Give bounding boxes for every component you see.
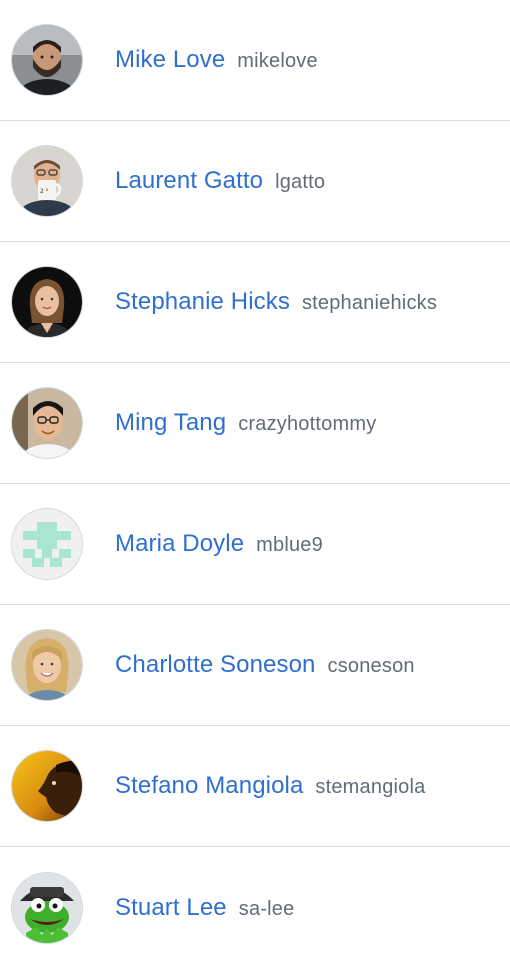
contributor-row: Stephanie Hicks stephaniehicks bbox=[0, 242, 510, 363]
contributor-row: Maria Doyle mblue9 bbox=[0, 484, 510, 605]
contributor-name-link[interactable]: Mike Love bbox=[115, 46, 225, 74]
contributor-names: Stephanie Hicks stephaniehicks bbox=[115, 288, 437, 316]
kermit-frog-icon bbox=[12, 872, 82, 943]
contributor-row: Stuart Lee sa-lee bbox=[0, 847, 510, 968]
contributor-row: Stefano Mangiola stemangiola bbox=[0, 726, 510, 847]
contributor-login: mikelove bbox=[237, 50, 318, 72]
photo-woman-dark-bg-icon bbox=[12, 267, 82, 337]
contributor-name-link[interactable]: Laurent Gatto bbox=[115, 167, 263, 195]
avatar[interactable]: 2 ² bbox=[12, 146, 82, 216]
contributor-names: Mike Love mikelove bbox=[115, 46, 318, 74]
contributor-names: Ming Tang crazyhottommy bbox=[115, 409, 376, 437]
contributor-name-link[interactable]: Stuart Lee bbox=[115, 894, 227, 922]
contributor-names: Charlotte Soneson csoneson bbox=[115, 651, 415, 679]
contributor-name-link[interactable]: Ming Tang bbox=[115, 409, 226, 437]
avatar[interactable] bbox=[12, 630, 82, 700]
photo-woman-blonde-icon bbox=[12, 630, 82, 700]
photo-man-glasses-icon bbox=[12, 388, 82, 458]
avatar[interactable] bbox=[12, 388, 82, 458]
identicon-icon bbox=[12, 509, 82, 579]
contributor-row: 2 ² Laurent Gatto lgatto bbox=[0, 121, 510, 242]
photo-man-beard-icon bbox=[12, 25, 82, 95]
avatar[interactable] bbox=[12, 25, 82, 95]
contributor-names: Stuart Lee sa-lee bbox=[115, 894, 294, 922]
contributor-login: stephaniehicks bbox=[301, 292, 438, 314]
contributor-names: Stefano Mangiola stemangiola bbox=[115, 772, 425, 800]
contributor-name-link[interactable]: Maria Doyle bbox=[115, 530, 244, 558]
contributors-list: Mike Love mikelove 2 ² Laurent Gatto lga… bbox=[0, 0, 510, 968]
contributor-login: lgatto bbox=[275, 171, 326, 193]
contributor-row: Mike Love mikelove bbox=[0, 0, 510, 121]
contributor-name-link[interactable]: Charlotte Soneson bbox=[115, 651, 316, 679]
avatar[interactable] bbox=[12, 509, 82, 579]
avatar[interactable] bbox=[12, 872, 82, 943]
photo-man-mug-icon: 2 ² bbox=[12, 146, 82, 216]
contributor-name-link[interactable]: Stefano Mangiola bbox=[115, 772, 303, 800]
svg-text:2 ²: 2 ² bbox=[40, 188, 49, 195]
contributor-names: Laurent Gatto lgatto bbox=[115, 167, 325, 195]
avatar[interactable] bbox=[12, 751, 82, 821]
avatar[interactable] bbox=[12, 267, 82, 337]
contributor-names: Maria Doyle mblue9 bbox=[115, 530, 323, 558]
contributor-row: Charlotte Soneson csoneson bbox=[0, 605, 510, 726]
contributor-login: csoneson bbox=[327, 655, 415, 677]
contributor-login: sa-lee bbox=[238, 897, 295, 920]
contributor-row: Ming Tang crazyhottommy bbox=[0, 363, 510, 484]
contributor-login: crazyhottommy bbox=[238, 413, 377, 435]
contributor-name-link[interactable]: Stephanie Hicks bbox=[115, 288, 290, 316]
contributor-login: mblue9 bbox=[256, 534, 323, 556]
contributor-login: stemangiola bbox=[315, 776, 426, 798]
photo-man-profile-icon bbox=[12, 751, 82, 821]
